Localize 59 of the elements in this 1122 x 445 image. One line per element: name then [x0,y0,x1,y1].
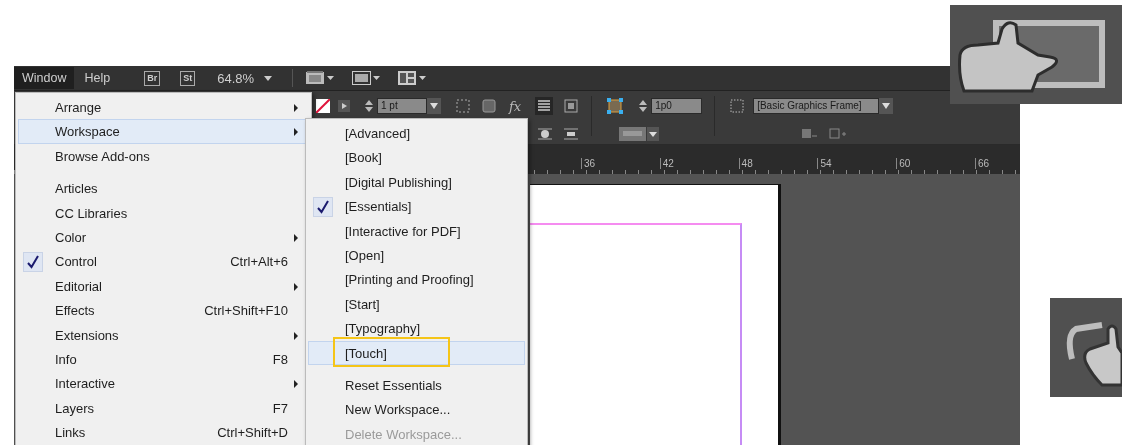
menu-item[interactable]: Browse Add-ons [18,143,309,169]
menu-item[interactable]: New Workspace... [308,397,525,422]
menu-item[interactable]: Editorial [18,273,309,299]
reference-point-icon[interactable] [606,97,625,115]
object-style-field[interactable]: [Basic Graphics Frame] [753,98,880,114]
select-next-icon[interactable] [829,127,847,141]
stroke-weight-field[interactable]: 1 pt [377,98,427,114]
menu-item[interactable]: [Start] [308,291,525,317]
menu-item[interactable]: [Touch] [308,340,525,365]
shortcut-text: Ctrl+Alt+6 [230,253,288,272]
menu-item[interactable]: Info F8 [18,346,309,372]
app-badge[interactable]: St [180,70,196,86]
zoom-level[interactable]: 64.8% [217,70,255,86]
dotted-frame-icon[interactable] [455,98,471,114]
menu-item[interactable]: CC Libraries [18,200,309,225]
select-content-icon[interactable] [801,127,819,141]
stroke-swatch[interactable] [316,99,330,113]
menu-item[interactable]: [Essentials] [308,194,525,219]
wrap-object-icon[interactable] [537,126,553,142]
menu-item[interactable]: [Open] [308,242,525,268]
menu-item[interactable]: [Interactive for PDF] [308,218,525,243]
menu-item[interactable]: Layers F7 [18,395,309,421]
stepper-icon[interactable] [638,99,649,113]
dropdown-icon[interactable] [879,98,894,114]
offset-field[interactable]: 1p0 [651,98,703,114]
menu-item[interactable]: [Typography] [308,316,525,341]
wrap-box-icon[interactable] [563,98,580,114]
menu-item[interactable]: [Book] [308,145,525,170]
shortcut-text: F7 [272,399,288,418]
play-icon[interactable] [338,100,350,112]
dotted-grid-icon[interactable] [729,98,746,114]
menu-item[interactable]: Extensions [18,322,309,347]
layout-icon[interactable] [397,70,428,86]
text-wrap-icon[interactable] [535,97,554,115]
caret-icon [264,75,273,81]
menu-item[interactable]: Color [18,224,309,250]
frame-icon[interactable] [481,98,497,114]
shortcut-text: Ctrl+Shift+D [217,424,288,443]
dropdown-icon[interactable] [427,98,441,114]
menu-item[interactable]: Reset Essentials [308,372,525,398]
menu-item[interactable]: [Printing and Proofing] [308,267,525,292]
menu-bar-item[interactable]: Window [14,67,75,89]
shortcut-text: Ctrl+Shift+F10 [204,302,288,321]
wrap-jump-icon[interactable] [563,126,579,142]
stroke-type-dropdown[interactable] [619,127,659,141]
menu-item[interactable]: Articles [18,176,309,201]
shortcut-text: F8 [272,350,288,369]
menu-bar-item[interactable]: Help [76,67,119,89]
menu-item[interactable]: Control Ctrl+Alt+6 [18,249,309,274]
menu-item[interactable]: Links Ctrl+Shift+D [18,420,309,445]
menu-item[interactable]: Arrange [18,95,309,120]
menu-item[interactable]: Effects Ctrl+Shift+F10 [18,298,309,323]
menu-item[interactable]: Interactive [18,371,309,396]
screen-frame-icon[interactable] [351,70,382,86]
menu-item[interactable]: [Advanced] [308,121,525,146]
effects-button[interactable]: fx [509,98,522,114]
grid-screen-icon[interactable] [305,70,336,86]
stepper-icon[interactable] [364,99,374,113]
app-badge[interactable]: Br [144,70,161,86]
